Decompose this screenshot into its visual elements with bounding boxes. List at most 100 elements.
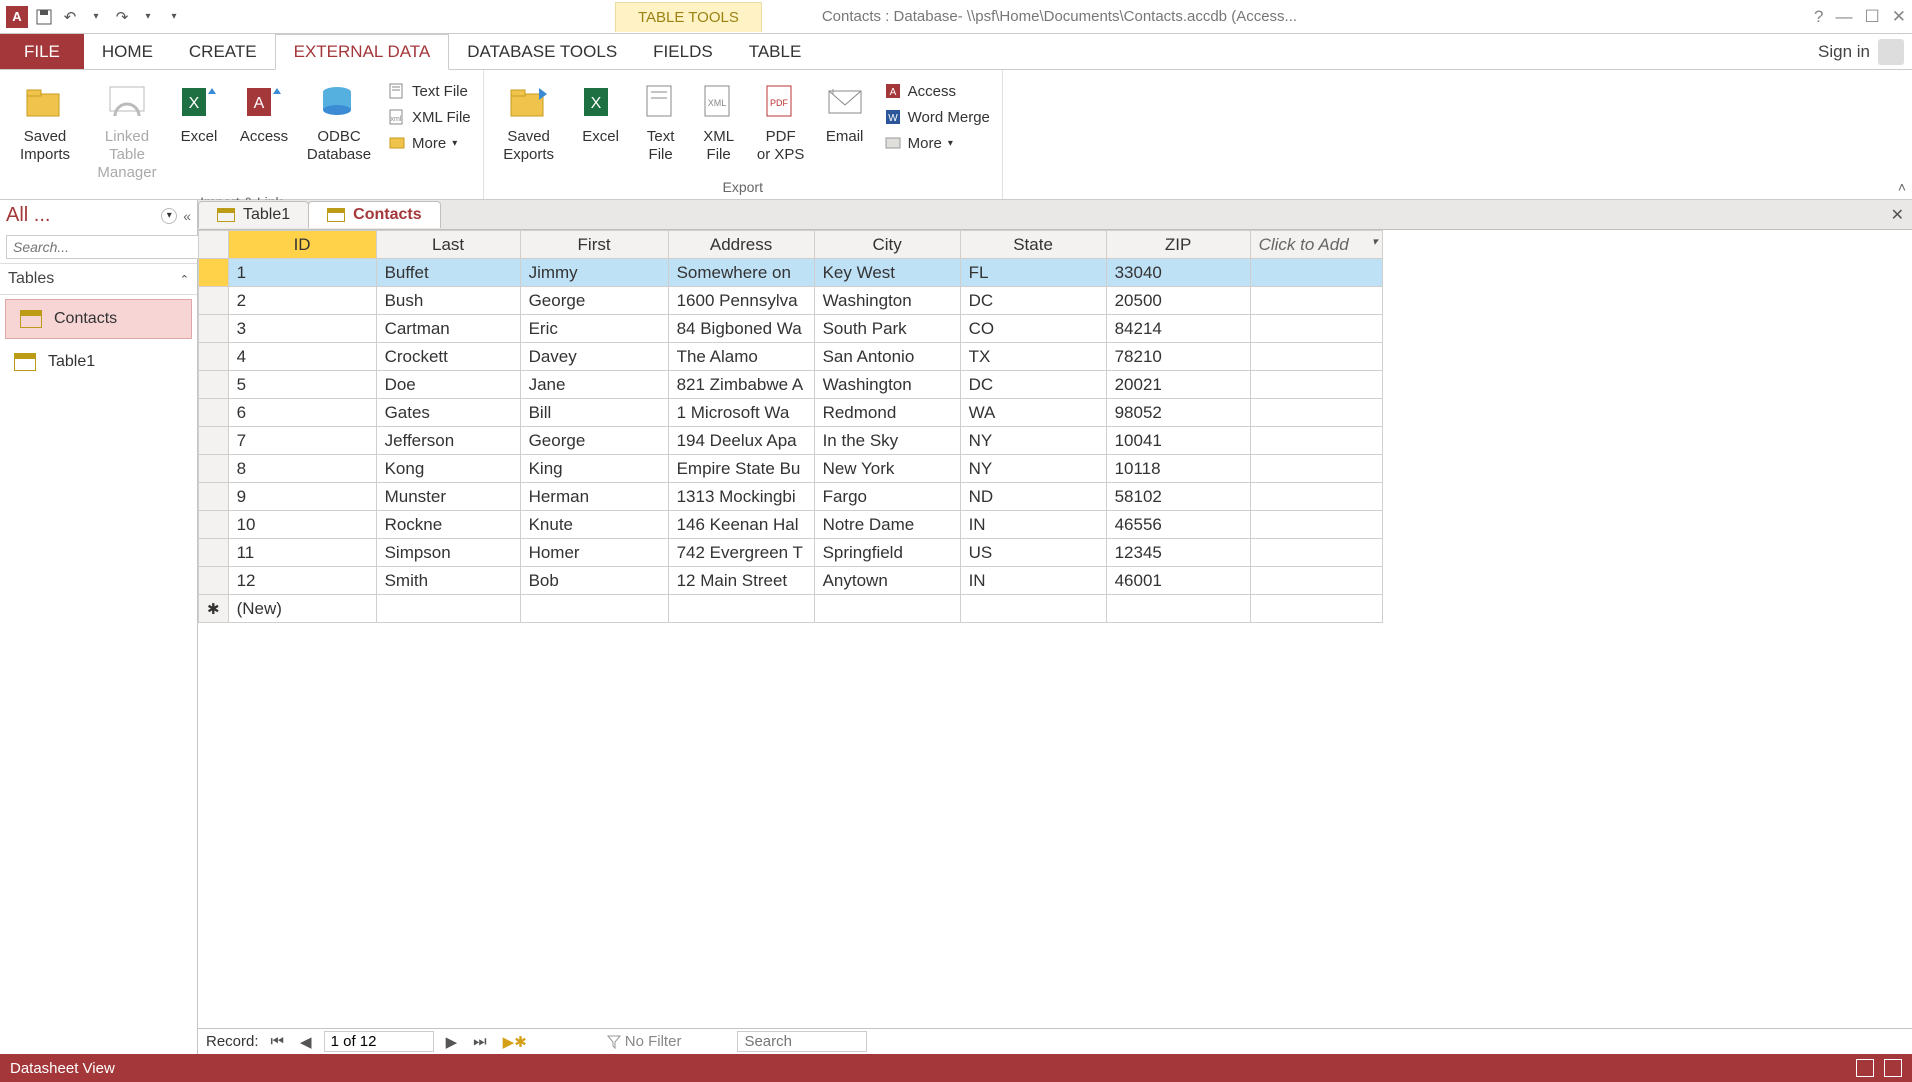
import-access-button[interactable]: A Access xyxy=(234,76,294,150)
cell[interactable]: Notre Dame xyxy=(814,511,960,539)
maximize-icon[interactable]: ☐ xyxy=(1865,7,1880,27)
nav-group-header[interactable]: Tables ⌃ xyxy=(0,263,197,295)
cell[interactable] xyxy=(1250,511,1382,539)
datasheet-grid[interactable]: ID▾Last▾First▾Address▾City▾State▾ZIP▾Cli… xyxy=(198,230,1912,1028)
cell[interactable]: Smith xyxy=(376,567,520,595)
column-header-last[interactable]: Last▾ xyxy=(376,231,520,259)
cell[interactable]: Homer xyxy=(520,539,668,567)
cell[interactable]: 7 xyxy=(228,427,376,455)
cell[interactable]: Washington xyxy=(814,371,960,399)
tab-create[interactable]: CREATE xyxy=(171,34,275,69)
datasheet-view-icon[interactable] xyxy=(1856,1059,1874,1077)
import-more-button[interactable]: More ▾ xyxy=(384,132,475,154)
cell[interactable]: 3 xyxy=(228,315,376,343)
tab-table[interactable]: TABLE xyxy=(731,34,820,69)
cell[interactable]: WA xyxy=(960,399,1106,427)
cell[interactable] xyxy=(1250,483,1382,511)
export-text-file-button[interactable]: Text File xyxy=(636,76,686,168)
chevron-down-icon[interactable]: ▾ xyxy=(86,7,106,27)
export-word-merge-button[interactable]: W Word Merge xyxy=(880,106,994,128)
cell[interactable]: 98052 xyxy=(1106,399,1250,427)
cell[interactable]: 12 xyxy=(228,567,376,595)
cell[interactable]: New York xyxy=(814,455,960,483)
cell[interactable]: 46556 xyxy=(1106,511,1250,539)
cell[interactable] xyxy=(1250,539,1382,567)
table-row[interactable]: 1BuffetJimmySomewhere onKey WestFL33040 xyxy=(199,259,1383,287)
table-row[interactable]: 5DoeJane821 Zimbabwe AWashingtonDC20021 xyxy=(199,371,1383,399)
nav-item-contacts[interactable]: Contacts xyxy=(5,299,192,339)
cell[interactable]: 10 xyxy=(228,511,376,539)
cell[interactable]: 146 Keenan Hal xyxy=(668,511,814,539)
undo-icon[interactable]: ↶ xyxy=(60,7,80,27)
cell[interactable]: Bob xyxy=(520,567,668,595)
tab-file[interactable]: FILE xyxy=(0,34,84,69)
cell[interactable]: ND xyxy=(960,483,1106,511)
cell[interactable]: 1 xyxy=(228,259,376,287)
table-row[interactable]: 2BushGeorge1600 PennsylvaWashingtonDC205… xyxy=(199,287,1383,315)
cell[interactable]: 8 xyxy=(228,455,376,483)
tab-external-data[interactable]: EXTERNAL DATA xyxy=(275,34,450,70)
cell[interactable]: Kong xyxy=(376,455,520,483)
row-selector[interactable] xyxy=(199,511,229,539)
cell[interactable] xyxy=(1250,343,1382,371)
cell[interactable]: Davey xyxy=(520,343,668,371)
cell[interactable]: 1 Microsoft Wa xyxy=(668,399,814,427)
cell[interactable]: US xyxy=(960,539,1106,567)
cell[interactable]: Fargo xyxy=(814,483,960,511)
column-header-address[interactable]: Address▾ xyxy=(668,231,814,259)
collapse-ribbon-icon[interactable]: ˄ xyxy=(1898,179,1906,195)
row-selector[interactable] xyxy=(199,455,229,483)
save-icon[interactable] xyxy=(34,7,54,27)
export-more-button[interactable]: More ▾ xyxy=(880,132,994,154)
chevron-down-icon[interactable]: ▾ xyxy=(1096,255,1102,259)
cell[interactable]: 10118 xyxy=(1106,455,1250,483)
cell[interactable]: Crockett xyxy=(376,343,520,371)
cell[interactable]: 78210 xyxy=(1106,343,1250,371)
cell[interactable]: 194 Deelux Apa xyxy=(668,427,814,455)
cell[interactable]: 12 Main Street xyxy=(668,567,814,595)
new-record-icon[interactable]: ▶✱ xyxy=(499,1033,531,1051)
cell[interactable]: Bill xyxy=(520,399,668,427)
sign-in-link[interactable]: Sign in xyxy=(1818,42,1870,62)
cell[interactable] xyxy=(1250,259,1382,287)
chevron-down-icon[interactable]: ▾ xyxy=(1240,255,1246,259)
export-pdf-xps-button[interactable]: PDF PDF or XPS xyxy=(752,76,810,168)
cell[interactable]: DC xyxy=(960,287,1106,315)
cell[interactable]: 742 Evergreen T xyxy=(668,539,814,567)
row-selector[interactable] xyxy=(199,567,229,595)
cell[interactable]: Cartman xyxy=(376,315,520,343)
import-odbc-button[interactable]: ODBC Database xyxy=(302,76,376,168)
table-row[interactable]: 4CrockettDaveyThe AlamoSan AntonioTX7821… xyxy=(199,343,1383,371)
cell[interactable]: Buffet xyxy=(376,259,520,287)
chevron-down-icon[interactable]: ▾ xyxy=(138,7,158,27)
cell[interactable]: 9 xyxy=(228,483,376,511)
cell[interactable]: Redmond xyxy=(814,399,960,427)
table-row[interactable]: 9MunsterHerman1313 MockingbiFargoND58102 xyxy=(199,483,1383,511)
first-record-icon[interactable]: ⏮ xyxy=(267,1033,289,1050)
cell[interactable]: King xyxy=(520,455,668,483)
column-header-zip[interactable]: ZIP▾ xyxy=(1106,231,1250,259)
cell[interactable]: Eric xyxy=(520,315,668,343)
nav-item-table1[interactable]: Table1 xyxy=(0,343,197,381)
cell[interactable]: 4 xyxy=(228,343,376,371)
record-search-input[interactable] xyxy=(737,1031,867,1052)
column-header-first[interactable]: First▾ xyxy=(520,231,668,259)
chevron-down-icon[interactable]: ▾ xyxy=(950,255,956,259)
row-selector[interactable] xyxy=(199,399,229,427)
cell[interactable]: 84214 xyxy=(1106,315,1250,343)
chevron-down-icon[interactable]: ▾ xyxy=(658,255,664,259)
cell[interactable]: 20021 xyxy=(1106,371,1250,399)
new-record-row[interactable]: ✱(New) xyxy=(199,595,1383,623)
minimize-icon[interactable]: — xyxy=(1836,7,1853,27)
cell[interactable]: Empire State Bu xyxy=(668,455,814,483)
object-tab-contacts[interactable]: Contacts xyxy=(308,201,440,228)
cell[interactable]: Bush xyxy=(376,287,520,315)
column-header-state[interactable]: State▾ xyxy=(960,231,1106,259)
table-row[interactable]: 8KongKingEmpire State BuNew YorkNY10118 xyxy=(199,455,1383,483)
row-selector[interactable] xyxy=(199,427,229,455)
linked-table-manager-button[interactable]: Linked Table Manager xyxy=(90,76,164,186)
saved-exports-button[interactable]: Saved Exports xyxy=(492,76,566,168)
tab-fields[interactable]: FIELDS xyxy=(635,34,731,69)
row-selector[interactable] xyxy=(199,315,229,343)
cell[interactable]: 46001 xyxy=(1106,567,1250,595)
